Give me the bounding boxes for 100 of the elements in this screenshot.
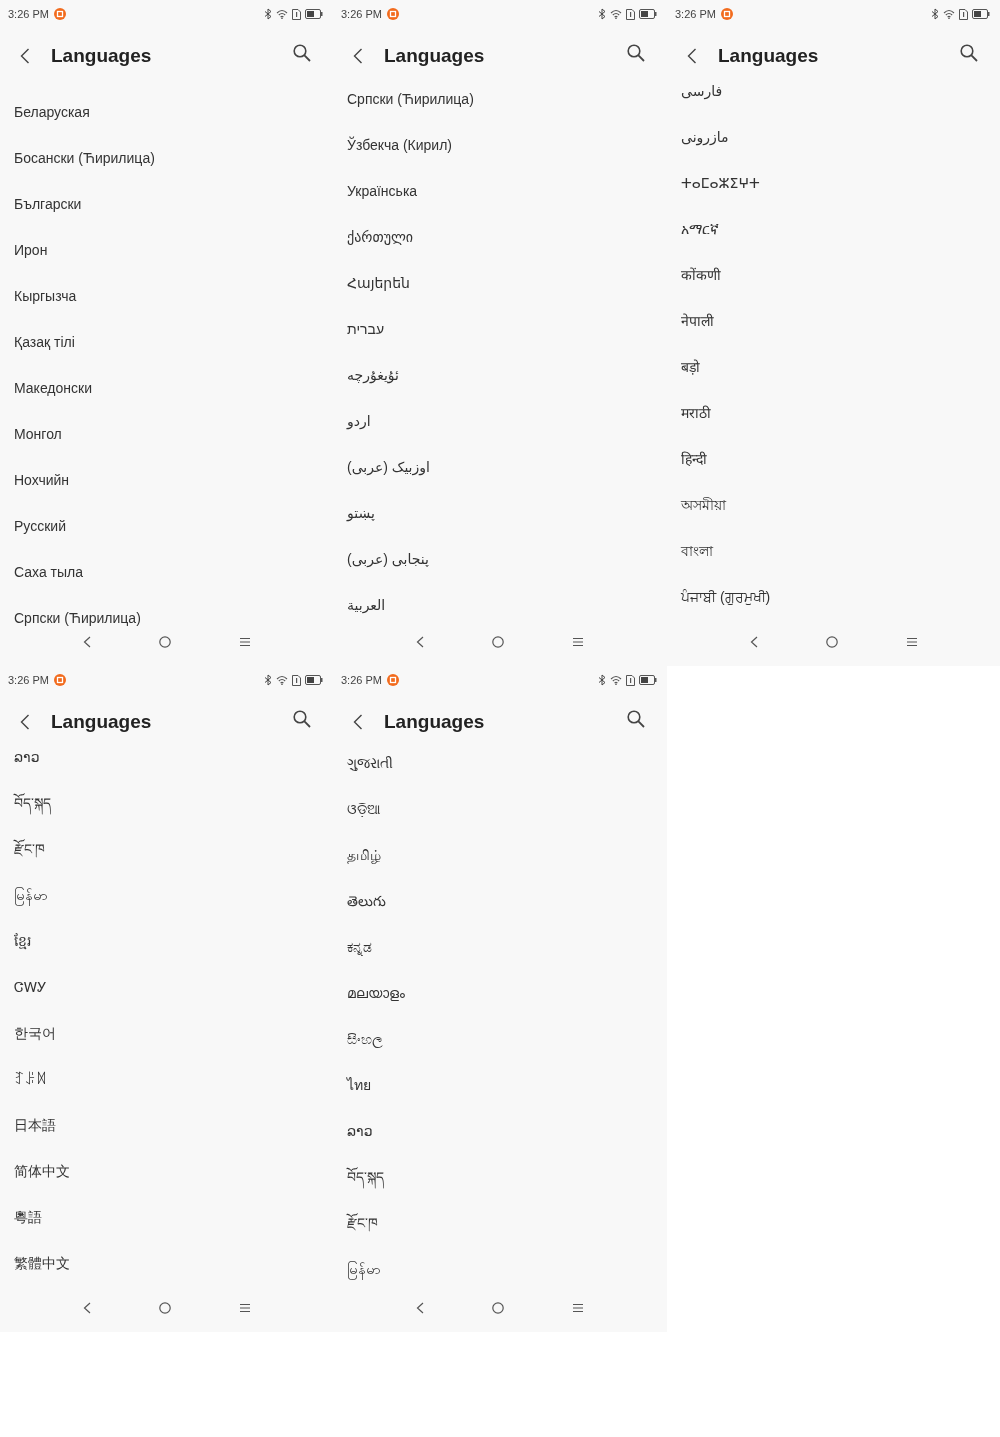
status-time: 3:26 PM [341, 674, 382, 686]
language-item[interactable]: සිංහල [347, 1031, 383, 1047]
language-item[interactable]: Монгол [14, 426, 62, 442]
language-item[interactable]: Ирон [14, 242, 48, 258]
language-item[interactable]: Српски (Ћирилица) [347, 91, 474, 107]
language-item[interactable]: རྫོང་ཁ [14, 841, 45, 857]
back-icon[interactable] [20, 48, 30, 64]
home-icon[interactable] [492, 636, 504, 648]
language-item[interactable]: ລາວ [14, 749, 40, 765]
sim-card-icon [626, 674, 635, 686]
language-item[interactable]: اردو [347, 413, 371, 429]
menu-icon[interactable] [572, 1303, 584, 1313]
language-item[interactable]: ไทย [347, 1077, 371, 1093]
language-item[interactable]: Нохчийн [14, 472, 70, 488]
language-item[interactable]: मराठी [681, 405, 711, 421]
language-item[interactable]: অসমীয়া [681, 497, 726, 513]
status-time: 3:26 PM [8, 8, 49, 20]
language-item[interactable]: فارسی [681, 83, 723, 99]
status-time: 3:26 PM [8, 674, 49, 686]
language-item[interactable]: 繁體中文 [14, 1255, 70, 1271]
status-time: 3:26 PM [341, 8, 382, 20]
notification-icon [386, 674, 399, 686]
bluetooth-icon [264, 674, 272, 686]
search-icon[interactable] [293, 710, 311, 728]
menu-icon[interactable] [905, 637, 918, 647]
battery-icon [972, 9, 990, 19]
search-icon[interactable] [627, 44, 645, 62]
search-icon[interactable] [627, 710, 645, 728]
language-item[interactable]: ᏣᎳᎩ [14, 979, 47, 995]
language-item[interactable]: தமிழ் [347, 847, 381, 863]
language-item[interactable]: 日本語 [14, 1117, 56, 1133]
language-item[interactable]: مازرونی [681, 129, 729, 145]
language-item[interactable]: తెలుగు [347, 893, 386, 909]
language-item[interactable]: ქართული [347, 229, 414, 245]
home-icon[interactable] [158, 636, 171, 648]
language-item[interactable]: Български [14, 196, 82, 212]
language-item[interactable]: አማርኛ [681, 221, 719, 237]
home-icon[interactable] [825, 636, 838, 648]
back-icon[interactable] [82, 1302, 91, 1314]
language-item[interactable]: हिन्दी [681, 451, 707, 467]
language-item[interactable]: 简体中文 [14, 1163, 70, 1179]
bluetooth-icon [264, 8, 272, 20]
language-item[interactable]: বাংলা [681, 543, 713, 559]
back-icon[interactable] [20, 714, 30, 730]
back-icon[interactable] [82, 636, 91, 648]
language-item[interactable]: پښتو [347, 505, 375, 521]
home-icon[interactable] [158, 1302, 171, 1314]
bluetooth-icon [598, 674, 606, 686]
menu-icon[interactable] [238, 637, 251, 647]
sim-card-icon [959, 8, 968, 20]
language-item[interactable]: العربية [347, 597, 386, 613]
back-icon[interactable] [749, 636, 758, 648]
back-icon[interactable] [353, 714, 363, 730]
status-time: 3:26 PM [675, 8, 716, 20]
language-item[interactable]: اوزبیک (عربی) [347, 459, 430, 475]
language-item[interactable]: Кыргызча [14, 288, 77, 304]
wifi-icon [610, 675, 622, 685]
wifi-icon [943, 9, 955, 19]
back-icon[interactable] [416, 1302, 424, 1314]
wifi-icon [610, 9, 622, 19]
language-item[interactable]: Українська [347, 183, 418, 199]
language-item[interactable]: ଓଡ଼ିଆ [347, 801, 381, 817]
page-title: Languages [384, 710, 486, 734]
language-item[interactable]: 粵語 [14, 1209, 42, 1225]
language-item[interactable]: Հայերեն [347, 275, 410, 291]
language-item[interactable]: Беларуская [14, 104, 90, 120]
notification-icon [53, 8, 66, 20]
language-item[interactable]: ગુજરાતી [347, 755, 393, 771]
search-icon[interactable] [960, 44, 978, 62]
language-item[interactable]: Српски (Ћирилица) [14, 610, 141, 626]
language-item[interactable]: Қазақ тілі [14, 334, 75, 350]
language-item[interactable]: རྫོང་ཁ [347, 1215, 378, 1231]
page-title: Languages [718, 44, 820, 68]
back-icon[interactable] [353, 48, 363, 64]
battery-icon [305, 675, 323, 685]
language-item[interactable]: ئۇيغۇرچە [347, 367, 399, 383]
language-item[interactable]: ⵜⴰⵎⴰⵣⵉⵖⵜ [681, 175, 760, 191]
back-icon[interactable] [416, 636, 424, 648]
language-item[interactable]: ਪੰਜਾਬੀ (ਗੁਰਮੁਖੀ) [681, 589, 771, 605]
menu-icon[interactable] [572, 637, 584, 647]
language-item[interactable]: 한국어 [14, 1025, 56, 1041]
language-item[interactable]: कोंकणी [681, 267, 721, 283]
language-item[interactable]: ລາວ [347, 1123, 373, 1139]
language-item[interactable]: बड़ो [681, 359, 700, 375]
language-item[interactable]: ಕನ್ನಡ [347, 939, 372, 955]
home-icon[interactable] [492, 1302, 504, 1314]
language-item[interactable]: ខ្មែរ [14, 933, 31, 949]
language-item[interactable]: Русский [14, 518, 66, 534]
language-item[interactable]: Македонски [14, 380, 92, 396]
language-item[interactable]: മലയാളം [347, 985, 405, 1001]
menu-icon[interactable] [238, 1303, 251, 1313]
language-item[interactable]: پنجابی (عربی) [347, 551, 429, 567]
language-item[interactable]: Ўзбекча (Кирил) [347, 137, 452, 153]
language-item[interactable]: עברית [347, 321, 385, 337]
language-item[interactable]: नेपाली [681, 313, 714, 329]
back-icon[interactable] [687, 48, 697, 64]
search-icon[interactable] [293, 44, 311, 62]
language-item[interactable]: ꆈꌠꉙ [14, 1071, 47, 1087]
language-item[interactable]: Саха тыла [14, 564, 83, 580]
language-item[interactable]: Босански (Ћирилица) [14, 150, 155, 166]
